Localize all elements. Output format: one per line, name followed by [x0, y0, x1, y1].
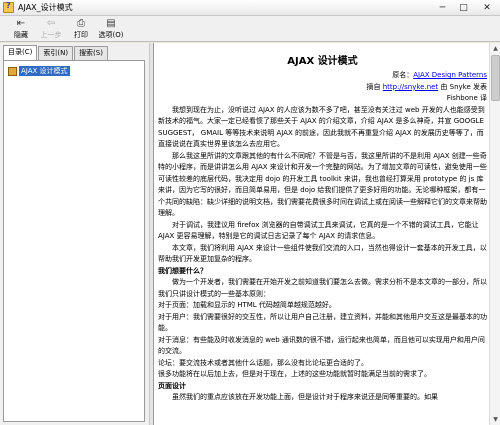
scroll-up-icon[interactable]: ▲ — [490, 43, 500, 54]
source-line: 摘自 http://snyke.net 由 Snyke 发表 — [158, 82, 487, 94]
tab-search[interactable]: 搜索(S) — [74, 46, 108, 60]
vertical-scrollbar[interactable]: ▲ ▼ — [489, 43, 500, 425]
list-item: 对于消息：有些能及时收发消息的 web 通讯数的很不错，运行起来也简单，而且他可… — [158, 335, 485, 356]
window-controls: ─ □ ✕ — [432, 1, 500, 15]
hide-button[interactable]: ⇤ 隐藏 — [6, 16, 36, 42]
list-item: 对于用户：我们需要很好的交互性，所以让用户自己注册，建立资料，并能和其他用户交互… — [158, 312, 487, 333]
source-prefix: 摘自 — [366, 82, 381, 91]
list-item: 很多功能将在以后加上去，但是对于现在，上述的这些功能就暂时能满足当前的需求了。 — [158, 370, 431, 378]
tab-index[interactable]: 索引(N) — [38, 46, 74, 60]
paragraph: 虽然我们的重点应该放在开发功能上面，但是设计对于程序来说还是同等重要的。如果 — [172, 393, 438, 401]
navigation-pane: 目录(C) 索引(N) 搜索(S) AJAX 设计模式 — [0, 43, 149, 425]
options-icon: ▤ — [106, 18, 116, 29]
list-item: 论坛：要交流技术或者其他什么话题，那么没有比论坛更合适的了。 — [158, 358, 368, 367]
toolbar: ⇤ 隐藏 ⇦ 上一步 ⎙ 打印 ▤ 选项(O) — [0, 16, 500, 42]
paragraph: 做为一个开发者，我们需要在开始开发之前知道我们要怎么去做。需求分析不是本文章的一… — [158, 278, 487, 298]
hide-pane-icon: ⇤ — [16, 18, 26, 29]
close-button[interactable]: ✕ — [474, 1, 500, 15]
contents-tree: AJAX 设计模式 — [3, 60, 145, 422]
source-link[interactable]: http://snyke.net — [383, 83, 439, 91]
paragraph: 本文章，我们将利用 AJAX 来设计一些组件使我们交流的入口，当然也得设计一套基… — [158, 243, 487, 264]
options-button-label: 选项(O) — [98, 31, 124, 39]
back-button-label: 上一步 — [40, 31, 62, 39]
help-app-icon — [3, 1, 14, 13]
content-pane: AJAX 设计模式 原名：AJAX Design Patterns 摘自 htt… — [153, 43, 500, 425]
paragraph: 对于调试，我建议用 firefox 浏览器的自带调试工具来调试，它真的是一个不错… — [158, 220, 479, 241]
window-title: AJAX_设计模式 — [18, 3, 73, 12]
source-suffix: 由 Snyke 发表 — [438, 82, 487, 91]
paragraph: 那么我这里所讲的文章跟其他的有什么不同呢？不管是与否，我这里所讲的不是利用 AJ… — [158, 151, 487, 218]
title-bar: AJAX_设计模式 ─ □ ✕ — [0, 0, 500, 16]
minimize-button[interactable]: ─ — [432, 1, 453, 15]
document-title: AJAX 设计模式 — [287, 56, 358, 67]
printer-icon: ⎙ — [77, 18, 85, 29]
nav-tabs: 目录(C) 索引(N) 搜索(S) — [3, 45, 109, 61]
tree-item-label: AJAX 设计模式 — [19, 66, 70, 76]
print-button-label: 打印 — [74, 31, 88, 39]
tab-contents[interactable]: 目录(C) — [3, 45, 38, 60]
section-heading: 页面设计 — [158, 381, 186, 390]
author-line: 原名：AJAX Design Patterns — [158, 70, 487, 82]
book-icon — [8, 66, 17, 76]
author-link[interactable]: AJAX Design Patterns — [413, 71, 487, 79]
tree-item-ajax-design-patterns[interactable]: AJAX 设计模式 — [8, 66, 70, 76]
hide-button-label: 隐藏 — [14, 31, 28, 39]
print-button[interactable]: ⎙ 打印 — [66, 16, 96, 42]
translator-line: Fishbone 译 — [446, 94, 487, 102]
options-button[interactable]: ▤ 选项(O) — [96, 16, 126, 42]
scroll-down-icon[interactable]: ▼ — [490, 414, 500, 425]
scroll-thumb[interactable] — [491, 55, 500, 101]
document: AJAX 设计模式 原名：AJAX Design Patterns 摘自 htt… — [156, 43, 489, 404]
author-prefix: 原名： — [392, 71, 414, 79]
back-button[interactable]: ⇦ 上一步 — [36, 16, 66, 42]
section-heading: 我们想要什么？ — [158, 266, 207, 275]
list-item: 对于页面：加载和显示的 HTML 代码越简单越规范越好。 — [158, 301, 336, 309]
paragraph: 我想到现在为止，没听说过 AJAX 的人应该为数不多了吧，甚至没有关注过 web… — [158, 105, 485, 149]
maximize-button[interactable]: □ — [453, 1, 474, 15]
back-arrow-icon: ⇦ — [46, 18, 56, 29]
